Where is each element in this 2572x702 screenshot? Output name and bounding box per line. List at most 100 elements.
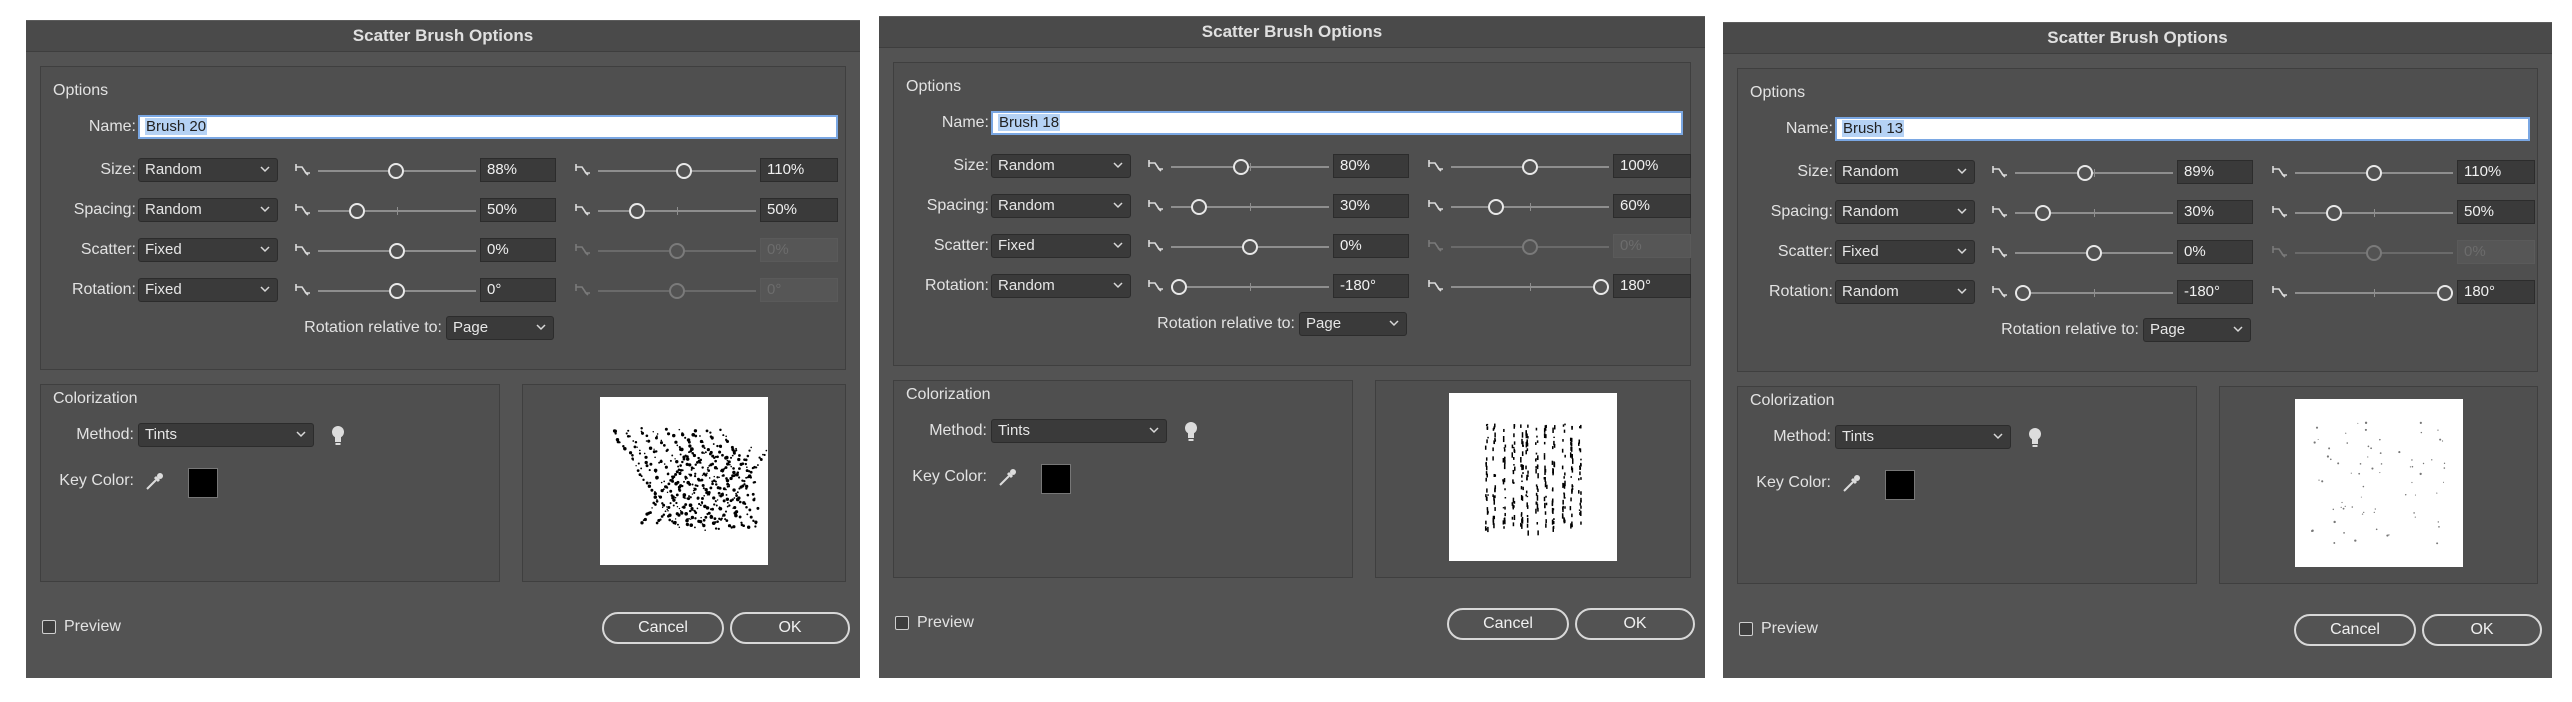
rotation-relative-dropdown[interactable]: Page <box>1299 312 1407 336</box>
key-color-swatch[interactable] <box>188 468 218 498</box>
spacing-max-slider-thumb[interactable] <box>1488 199 1504 215</box>
size-min-value[interactable]: 80% <box>1333 154 1409 178</box>
spacing-min-slider-thumb[interactable] <box>349 203 365 219</box>
size-min-slider-thumb[interactable] <box>1233 159 1249 175</box>
scatter-min-slider[interactable] <box>1171 239 1329 255</box>
rotation-min-slider[interactable] <box>2015 285 2173 301</box>
lightbulb-icon[interactable] <box>2027 426 2043 455</box>
preview-label[interactable]: Preview <box>64 618 121 636</box>
rotation-max-slider[interactable] <box>2295 285 2453 301</box>
scatter-method-dropdown[interactable]: Fixed <box>1835 240 1975 264</box>
ok-button[interactable]: OK <box>730 612 850 644</box>
scatter-min-slider-thumb[interactable] <box>1242 239 1258 255</box>
spacing-max-slider-thumb[interactable] <box>2326 205 2342 221</box>
rotation-min-slider-thumb[interactable] <box>2015 285 2031 301</box>
rotation-max-value[interactable]: 180° <box>2457 280 2535 304</box>
spacing-min-slider-thumb[interactable] <box>2035 205 2051 221</box>
spacing-min-slider[interactable] <box>318 203 476 219</box>
eyedropper-icon[interactable] <box>1841 472 1863 499</box>
spacing-min-slider[interactable] <box>1171 199 1329 215</box>
size-method-dropdown[interactable]: Random <box>1835 160 1975 184</box>
scatter-min-slider-thumb[interactable] <box>2086 245 2102 261</box>
preview-checkbox[interactable] <box>895 616 909 630</box>
spacing-min-value[interactable]: 50% <box>480 198 556 222</box>
scatter-min-slider-thumb[interactable] <box>389 243 405 259</box>
size-max-slider-thumb[interactable] <box>676 163 692 179</box>
spacing-method-dropdown[interactable]: Random <box>138 198 278 222</box>
size-min-slider-thumb[interactable] <box>2077 165 2093 181</box>
cancel-button[interactable]: Cancel <box>1447 608 1569 640</box>
size-min-slider[interactable] <box>2015 165 2173 181</box>
scatter-min-slider[interactable] <box>318 243 476 259</box>
spacing-min-slider-thumb[interactable] <box>1191 199 1207 215</box>
spacing-max-value[interactable]: 50% <box>2457 200 2535 224</box>
colorization-method-dropdown[interactable]: Tints <box>991 419 1167 443</box>
rotation-relative-dropdown[interactable]: Page <box>446 316 554 340</box>
name-field[interactable]: Brush 20 <box>138 115 838 139</box>
eyedropper-icon[interactable] <box>144 470 166 497</box>
rotation-min-slider-thumb[interactable] <box>389 283 405 299</box>
rotation-max-slider[interactable] <box>1451 279 1609 295</box>
size-max-value[interactable]: 100% <box>1613 154 1691 178</box>
preview-label[interactable]: Preview <box>917 614 974 632</box>
ok-button[interactable]: OK <box>1575 608 1695 640</box>
rotation-min-value[interactable]: 0° <box>480 278 556 302</box>
rotation-min-slider[interactable] <box>318 283 476 299</box>
scatter-min-value[interactable]: 0% <box>480 238 556 262</box>
rotation-max-value[interactable]: 180° <box>1613 274 1691 298</box>
size-min-slider[interactable] <box>318 163 476 179</box>
scatter-min-value[interactable]: 0% <box>2177 240 2253 264</box>
spacing-min-value[interactable]: 30% <box>2177 200 2253 224</box>
lightbulb-icon[interactable] <box>330 424 346 453</box>
spacing-method-dropdown[interactable]: Random <box>1835 200 1975 224</box>
spacing-min-slider[interactable] <box>2015 205 2173 221</box>
preview-checkbox[interactable] <box>1739 622 1753 636</box>
ok-button[interactable]: OK <box>2422 614 2542 646</box>
rotation-min-value[interactable]: -180° <box>1333 274 1409 298</box>
size-max-slider-thumb[interactable] <box>2366 165 2382 181</box>
size-min-slider-thumb[interactable] <box>388 163 404 179</box>
spacing-min-value[interactable]: 30% <box>1333 194 1409 218</box>
spacing-max-value[interactable]: 50% <box>760 198 838 222</box>
rotation-relative-dropdown[interactable]: Page <box>2143 318 2251 342</box>
preview-label[interactable]: Preview <box>1761 620 1818 638</box>
scatter-method-dropdown[interactable]: Fixed <box>138 238 278 262</box>
scatter-min-slider[interactable] <box>2015 245 2173 261</box>
cancel-button[interactable]: Cancel <box>2294 614 2416 646</box>
size-max-value[interactable]: 110% <box>2457 160 2535 184</box>
rotation-max-slider-thumb[interactable] <box>2437 285 2453 301</box>
size-method-dropdown[interactable]: Random <box>138 158 278 182</box>
size-max-value[interactable]: 110% <box>760 158 838 182</box>
rotation-min-value[interactable]: -180° <box>2177 280 2253 304</box>
lightbulb-icon[interactable] <box>1183 420 1199 449</box>
spacing-max-slider[interactable] <box>598 203 756 219</box>
name-field[interactable]: Brush 18 <box>991 111 1683 135</box>
colorization-method-dropdown[interactable]: Tints <box>1835 425 2011 449</box>
spacing-max-slider[interactable] <box>1451 199 1609 215</box>
rotation-min-slider[interactable] <box>1171 279 1329 295</box>
rotation-max-slider-thumb[interactable] <box>1593 279 1609 295</box>
spacing-max-slider[interactable] <box>2295 205 2453 221</box>
preview-checkbox[interactable] <box>42 620 56 634</box>
rotation-method-dropdown[interactable]: Random <box>991 274 1131 298</box>
scatter-min-value[interactable]: 0% <box>1333 234 1409 258</box>
cancel-button[interactable]: Cancel <box>602 612 724 644</box>
size-max-slider[interactable] <box>2295 165 2453 181</box>
colorization-method-dropdown[interactable]: Tints <box>138 423 314 447</box>
size-method-dropdown[interactable]: Random <box>991 154 1131 178</box>
size-max-slider-thumb[interactable] <box>1522 159 1538 175</box>
size-max-slider[interactable] <box>598 163 756 179</box>
rotation-min-slider-thumb[interactable] <box>1171 279 1187 295</box>
spacing-max-slider-thumb[interactable] <box>629 203 645 219</box>
eyedropper-icon[interactable] <box>997 466 1019 493</box>
size-max-slider[interactable] <box>1451 159 1609 175</box>
scatter-method-dropdown[interactable]: Fixed <box>991 234 1131 258</box>
spacing-max-value[interactable]: 60% <box>1613 194 1691 218</box>
rotation-method-dropdown[interactable]: Fixed <box>138 278 278 302</box>
key-color-swatch[interactable] <box>1041 464 1071 494</box>
size-min-slider[interactable] <box>1171 159 1329 175</box>
spacing-method-dropdown[interactable]: Random <box>991 194 1131 218</box>
name-field[interactable]: Brush 13 <box>1835 117 2530 141</box>
size-min-value[interactable]: 89% <box>2177 160 2253 184</box>
rotation-method-dropdown[interactable]: Random <box>1835 280 1975 304</box>
